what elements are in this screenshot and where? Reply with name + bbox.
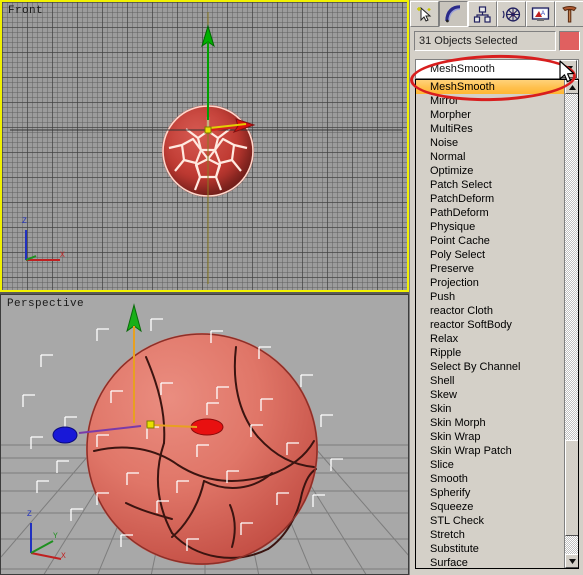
curve-arc-icon bbox=[445, 4, 461, 22]
modifier-dropdown-items: MeshSmooth Mirror Morpher MultiRes Noise Norm… bbox=[416, 80, 565, 568]
modifier-list-item[interactable]: Relax bbox=[416, 332, 565, 346]
modifier-list-item[interactable]: Push bbox=[416, 290, 565, 304]
modifier-list-item[interactable]: Slice bbox=[416, 458, 565, 472]
scrollbar-track[interactable] bbox=[565, 94, 578, 554]
scroll-up-button[interactable] bbox=[565, 80, 578, 94]
soccerball-wireframe-front bbox=[162, 105, 254, 197]
modifier-list-item[interactable]: Mirror bbox=[416, 94, 565, 108]
modifier-list-item[interactable]: Skin Wrap bbox=[416, 430, 565, 444]
sphere-edge-wireframe bbox=[86, 333, 318, 565]
display-tab[interactable]: A bbox=[526, 1, 555, 27]
viewport-perspective[interactable]: Z Y X Perspective bbox=[0, 294, 409, 575]
modifier-list-item[interactable]: Morpher bbox=[416, 108, 565, 122]
modifier-list-item[interactable]: Skin bbox=[416, 402, 565, 416]
modifier-list-item[interactable]: MeshSmooth bbox=[416, 80, 565, 94]
object-name-field[interactable]: 31 Objects Selected bbox=[414, 31, 556, 51]
modifier-list-item[interactable]: Point Cache bbox=[416, 234, 565, 248]
modifier-list-item[interactable]: Preserve bbox=[416, 262, 565, 276]
soccerball-object-front[interactable] bbox=[162, 105, 254, 197]
viewport-label-perspective: Perspective bbox=[7, 298, 85, 310]
hammer-icon bbox=[562, 5, 577, 22]
modifier-list-item[interactable]: reactor Cloth bbox=[416, 304, 565, 318]
axis-label-y-persp: Y bbox=[53, 532, 58, 541]
modifier-list-item[interactable]: Skin Wrap Patch bbox=[416, 444, 565, 458]
modifier-list-item[interactable]: Skew bbox=[416, 388, 565, 402]
display-monitor-icon: A bbox=[531, 6, 550, 21]
viewport-front[interactable]: Z X Front bbox=[0, 0, 409, 292]
modifier-list-item[interactable]: Smooth bbox=[416, 472, 565, 486]
modifier-list-combo[interactable]: MeshSmooth bbox=[415, 59, 579, 79]
application-window: Z X Front Z Y X Perspective A 31 Objects… bbox=[0, 0, 583, 575]
modifier-list-item[interactable]: MultiRes bbox=[416, 122, 565, 136]
meshsmooth-sphere-object[interactable] bbox=[86, 333, 318, 565]
axis-tripod-front: Z X bbox=[16, 216, 70, 270]
modifier-combo-value: MeshSmooth bbox=[430, 63, 495, 75]
axis-tripod-perspective: Z Y X bbox=[19, 511, 73, 565]
modifier-list-item[interactable]: PatchDeform bbox=[416, 192, 565, 206]
axis-label-z-persp: Z bbox=[27, 510, 32, 519]
hierarchy-node-icon bbox=[473, 5, 491, 23]
motion-tab[interactable] bbox=[497, 1, 526, 27]
modifier-list-item[interactable]: reactor SoftBody bbox=[416, 318, 565, 332]
modifier-dropdown-list[interactable]: MeshSmooth Mirror Morpher MultiRes Noise Norm… bbox=[415, 79, 579, 569]
modify-tab[interactable] bbox=[439, 1, 468, 27]
motion-wheel-icon bbox=[502, 6, 521, 22]
arrow-sparkle-icon bbox=[417, 6, 432, 22]
modifier-list-item[interactable]: Stretch bbox=[416, 528, 565, 542]
object-name-row: 31 Objects Selected bbox=[414, 31, 580, 51]
command-panel: A 31 Objects Selected MeshSmooth MeshSmo… bbox=[409, 0, 583, 575]
modifier-list-item[interactable]: STL Check bbox=[416, 514, 565, 528]
modifier-list-item[interactable]: Spherify bbox=[416, 486, 565, 500]
hierarchy-tab[interactable] bbox=[468, 1, 497, 27]
chevron-down-glyph bbox=[565, 66, 573, 72]
scroll-down-button[interactable] bbox=[565, 554, 578, 568]
command-panel-tabs: A bbox=[410, 0, 583, 28]
scrollbar-thumb[interactable] bbox=[565, 440, 578, 536]
create-tab[interactable] bbox=[410, 1, 439, 27]
modifier-list-item[interactable]: Physique bbox=[416, 220, 565, 234]
svg-text:A: A bbox=[541, 11, 545, 17]
modifier-list-item[interactable]: Shell bbox=[416, 374, 565, 388]
modifier-list-item[interactable]: Skin Morph bbox=[416, 416, 565, 430]
chevron-down-icon[interactable] bbox=[561, 60, 577, 78]
triangle-down-icon bbox=[568, 558, 576, 564]
axis-label-x: X bbox=[60, 251, 65, 260]
viewport-label-front: Front bbox=[8, 5, 44, 17]
modifier-list-item[interactable]: Surface bbox=[416, 556, 565, 568]
modifier-list-item[interactable]: Ripple bbox=[416, 346, 565, 360]
triangle-up-icon bbox=[568, 84, 576, 90]
modifier-list-item[interactable]: Squeeze bbox=[416, 500, 565, 514]
modifier-list-item[interactable]: PathDeform bbox=[416, 206, 565, 220]
viewport-area: Z X Front Z Y X Perspective bbox=[0, 0, 409, 575]
utilities-tab[interactable] bbox=[555, 1, 583, 27]
axis-label-x-persp: X bbox=[61, 552, 66, 561]
modifier-list-item[interactable]: Substitute bbox=[416, 542, 565, 556]
modifier-list-item[interactable]: Patch Select bbox=[416, 178, 565, 192]
axis-label-z: Z bbox=[22, 217, 27, 226]
modifier-list-item[interactable]: Select By Channel bbox=[416, 360, 565, 374]
modifier-list-scrollbar[interactable] bbox=[564, 80, 578, 568]
modifier-list-item[interactable]: Noise bbox=[416, 136, 565, 150]
modifier-list-item[interactable]: Normal bbox=[416, 150, 565, 164]
object-color-swatch[interactable] bbox=[559, 31, 580, 51]
modifier-list-item[interactable]: Optimize bbox=[416, 164, 565, 178]
modifier-list-item[interactable]: Projection bbox=[416, 276, 565, 290]
modifier-list-item[interactable]: Poly Select bbox=[416, 248, 565, 262]
